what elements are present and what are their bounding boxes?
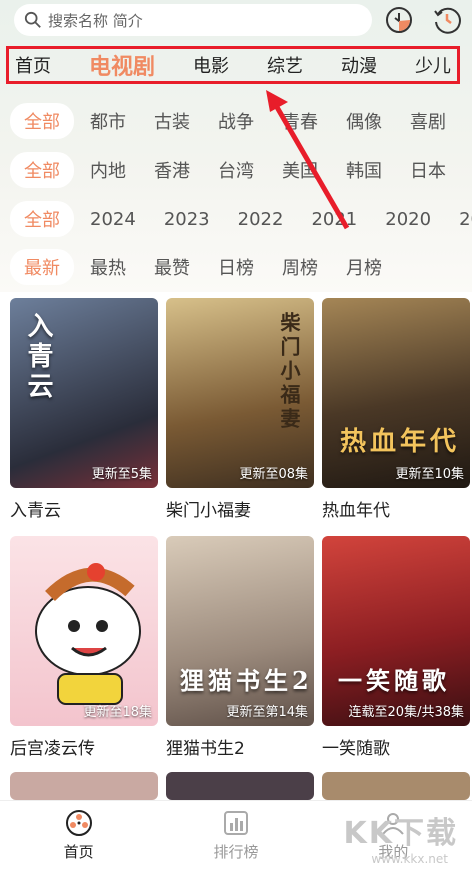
tab-anime[interactable]: 动漫: [341, 52, 377, 78]
card-title: 后宫凌云传: [10, 739, 95, 759]
year-filter-row: 全部 2024 2023 2022 2021 2020 201: [10, 201, 472, 237]
film-reel-icon: [65, 810, 92, 836]
episode-badge: 更新至18集: [83, 705, 152, 720]
nav-label: 首页: [63, 843, 94, 861]
poster-image: 更新至18集: [10, 536, 158, 726]
episode-badge: 更新至08集: [239, 467, 308, 482]
region-chip[interactable]: 内地: [90, 157, 126, 183]
video-card[interactable]: 入青云 更新至5集 入青云: [10, 298, 158, 521]
poster-image: 一笑随歌 连载至20集/共38集: [322, 536, 470, 726]
watermark-url: www.kkx.net: [371, 852, 448, 866]
chart-icon: [223, 811, 248, 835]
poster-image: [10, 772, 158, 800]
poster-title: 柴门小福妻: [277, 312, 301, 432]
genre-filter-row: 全部 都市 古装 战争 青春 偶像 喜剧: [10, 103, 472, 139]
nav-label: 排行榜: [213, 843, 259, 861]
annotation-arrow: [266, 90, 350, 230]
sort-chip[interactable]: 周榜: [282, 254, 318, 280]
tab-variety[interactable]: 综艺: [267, 52, 303, 78]
video-card[interactable]: [166, 772, 314, 800]
year-chip[interactable]: 2023: [164, 209, 210, 230]
video-card[interactable]: [10, 772, 158, 800]
year-chip[interactable]: 201: [459, 209, 472, 230]
tab-kids[interactable]: 少儿: [415, 52, 451, 78]
poster-image: 入青云 更新至5集: [10, 298, 158, 488]
search-placeholder: 搜索名称 简介: [48, 11, 143, 30]
video-card[interactable]: 狸猫书生2 更新至第14集 狸猫书生2: [166, 536, 314, 759]
episode-badge: 更新至10集: [395, 467, 464, 482]
year-chip[interactable]: 2024: [90, 209, 136, 230]
card-title: 一笑随歌: [322, 739, 390, 759]
video-card[interactable]: [322, 772, 470, 800]
episode-badge: 更新至5集: [91, 467, 152, 482]
watermark: KK下载: [343, 816, 458, 851]
poster-title: 狸猫书生2: [180, 666, 313, 695]
nav-ranking[interactable]: 排行榜: [157, 801, 314, 870]
sort-chip[interactable]: 最热: [90, 254, 126, 280]
poster-title: 热血年代: [339, 427, 460, 457]
card-title: 柴门小福妻: [166, 501, 251, 521]
poster-image: 狸猫书生2 更新至第14集: [166, 536, 314, 726]
region-chip[interactable]: 香港: [154, 157, 190, 183]
region-chip[interactable]: 台湾: [218, 157, 254, 183]
nav-home[interactable]: 首页: [0, 801, 157, 870]
video-card[interactable]: 更新至18集 后宫凌云传: [10, 536, 158, 759]
genre-chip[interactable]: 全部: [10, 103, 74, 139]
video-card[interactable]: 一笑随歌 连载至20集/共38集 一笑随歌: [322, 536, 470, 759]
bottom-navigation: 首页 排行榜 我的 KK下载 www.kkx.net: [0, 800, 472, 870]
sort-chip[interactable]: 最新: [10, 249, 74, 285]
sort-chip[interactable]: 日榜: [218, 254, 254, 280]
genre-chip[interactable]: 都市: [90, 108, 126, 134]
sort-chip[interactable]: 最赞: [154, 254, 190, 280]
poster-image: [322, 772, 470, 800]
poster-image: [166, 772, 314, 800]
tab-tv-series[interactable]: 电视剧: [89, 49, 155, 81]
search-icon: [24, 11, 41, 28]
category-tab-bar: 首页 电视剧 电影 综艺 动漫 少儿: [6, 46, 460, 84]
video-card[interactable]: 柴门小福妻 更新至08集 柴门小福妻: [166, 298, 314, 521]
genre-chip[interactable]: 战争: [218, 108, 254, 134]
episode-badge: 连载至20集/共38集: [348, 705, 464, 720]
card-title: 狸猫书生2: [166, 739, 245, 759]
genre-chip[interactable]: 喜剧: [410, 108, 446, 134]
region-chip[interactable]: 全部: [10, 152, 74, 188]
genre-chip[interactable]: 古装: [154, 108, 190, 134]
history-icon[interactable]: [432, 5, 462, 35]
episode-badge: 更新至第14集: [226, 705, 308, 720]
card-title: 入青云: [10, 501, 61, 521]
tab-movies[interactable]: 电影: [193, 52, 229, 78]
year-chip[interactable]: 2020: [385, 209, 431, 230]
header-background: [0, 0, 472, 292]
poster-title: 入青云: [23, 312, 53, 402]
cartoon-illustration: [35, 563, 141, 705]
tab-home[interactable]: 首页: [15, 52, 51, 78]
poster-title: 一笑随歌: [338, 666, 450, 695]
poster-image: 热血年代 更新至10集: [322, 298, 470, 488]
sort-filter-row: 最新 最热 最赞 日榜 周榜 月榜: [10, 249, 410, 285]
download-clock-icon[interactable]: [384, 5, 414, 35]
poster-image: 柴门小福妻 更新至08集: [166, 298, 314, 488]
sort-chip[interactable]: 月榜: [346, 254, 382, 280]
year-chip[interactable]: 全部: [10, 201, 74, 237]
region-filter-row: 全部 内地 香港 台湾 美国 韩国 日本: [10, 152, 472, 188]
search-input[interactable]: 搜索名称 简介: [14, 4, 372, 36]
region-chip[interactable]: 日本: [410, 157, 446, 183]
card-title: 热血年代: [322, 501, 390, 521]
video-card[interactable]: 热血年代 更新至10集 热血年代: [322, 298, 470, 521]
